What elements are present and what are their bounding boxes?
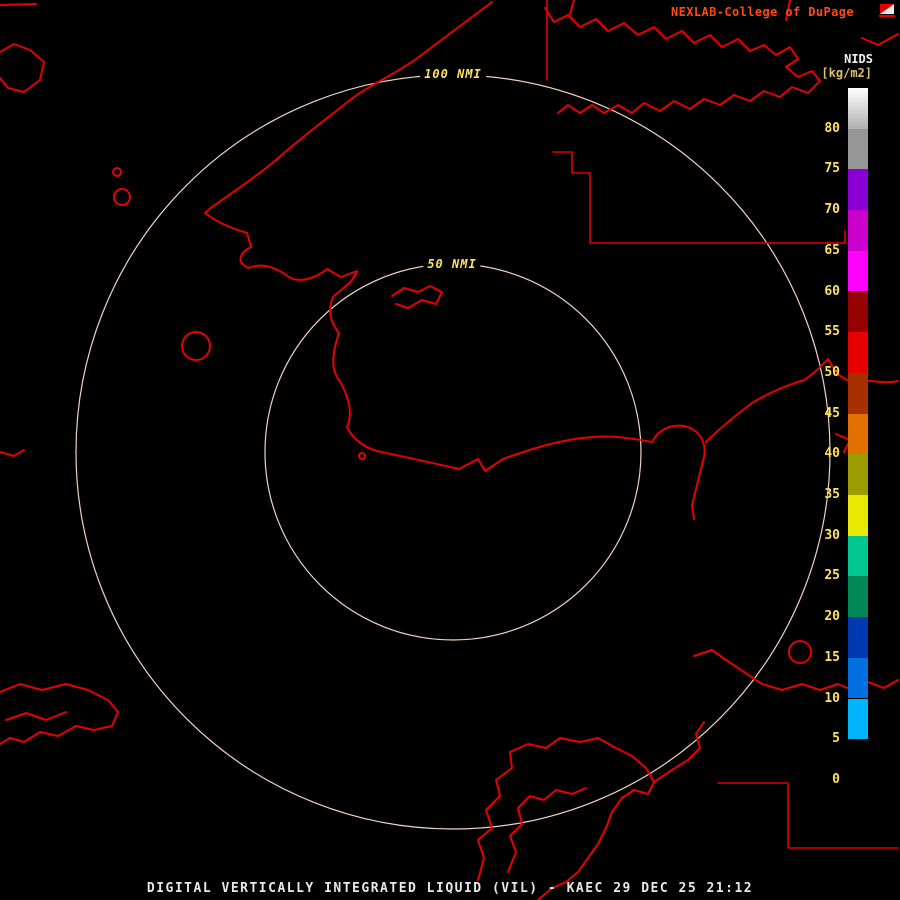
county-line-steps-2 [717, 782, 899, 849]
colorbar-tick-15: 15 [824, 649, 840, 665]
range-ring-100nmi [75, 74, 831, 830]
map-outlines [0, 0, 899, 900]
colorbar-segment-40-45 [848, 413, 868, 455]
coastline-loop [651, 424, 706, 520]
colorbar-segment-30-35 [848, 495, 868, 536]
colorbar-segment-75-80 [848, 128, 868, 170]
bay-bottom-inner [507, 787, 587, 873]
colorbar: 80 75 70 65 60 55 50 45 40 35 30 25 20 15 10 5 0 [788, 88, 868, 788]
colorbar-segment-60-65 [848, 250, 868, 292]
colorbar-segment-10-15 [848, 657, 868, 699]
colorbar-tick-25: 25 [824, 568, 840, 584]
island-topleft [0, 43, 45, 93]
left-edge-mark [0, 449, 25, 457]
colorbar-tick-80: 80 [824, 120, 840, 136]
range-ring-50nmi [264, 263, 642, 641]
colorbar-segment-55-60 [848, 291, 868, 333]
colorbar-tick-70: 70 [824, 202, 840, 218]
colorbar-scale [848, 88, 868, 780]
colorbar-tick-60: 60 [824, 283, 840, 299]
island-bottomleft-inner [5, 711, 67, 721]
bay-bottom [477, 737, 655, 900]
nexlab-logo-icon [879, 3, 895, 17]
colorbar-segment-above-80 [848, 88, 868, 129]
colorbar-tick-5: 5 [832, 731, 840, 747]
island-ring-2 [181, 331, 211, 361]
range-rings [75, 74, 831, 830]
colorbar-units-label: [kg/m2] [821, 66, 872, 80]
shore-detail-inner [391, 285, 443, 309]
island-dot [358, 452, 366, 460]
colorbar-tick-30: 30 [824, 527, 840, 543]
colorbar-segment-25-30 [848, 535, 868, 577]
colorbar-segment-5-10 [848, 698, 868, 740]
coastline-southeast [653, 721, 705, 783]
colorbar-tick-45: 45 [824, 405, 840, 421]
product-caption: DIGITAL VERTICALLY INTEGRATED LIQUID (VI… [146, 881, 754, 896]
colorbar-tick-35: 35 [824, 487, 840, 502]
range-ring-label-50nmi: 50 NMI [423, 257, 481, 271]
radar-display: 100 NMI 50 NMI NEXLAB-College of DuPage … [0, 0, 900, 900]
colorbar-tick-55: 55 [824, 324, 840, 340]
colorbar-tick-10: 10 [824, 690, 840, 706]
range-ring-label-100nmi: 100 NMI [420, 67, 486, 81]
colorbar-tick-50: 50 [824, 364, 840, 380]
border-topleft [0, 3, 37, 6]
colorbar-tick-40: 40 [824, 446, 840, 462]
colorbar-segment-65-70 [848, 210, 868, 251]
island-ring-small [112, 167, 122, 177]
colorbar-segment-0-5 [848, 739, 868, 780]
colorbar-segment-35-40 [848, 454, 868, 495]
colorbar-title: NIDS [844, 52, 873, 66]
island-ring-1 [113, 188, 131, 206]
colorbar-segment-70-75 [848, 169, 868, 211]
colorbar-segment-50-55 [848, 332, 868, 373]
colorbar-tick-75: 75 [824, 161, 840, 177]
brand-text: NEXLAB-College of DuPage [671, 5, 854, 19]
radar-map-canvas [0, 0, 899, 900]
colorbar-tick-65: 65 [824, 242, 840, 258]
colorbar-segment-20-25 [848, 576, 868, 618]
colorbar-segment-45-50 [848, 372, 868, 414]
colorbar-tick-0: 0 [832, 771, 840, 787]
colorbar-tick-20: 20 [824, 609, 840, 625]
coastline-topright [544, 7, 821, 114]
colorbar-segment-15-20 [848, 617, 868, 658]
